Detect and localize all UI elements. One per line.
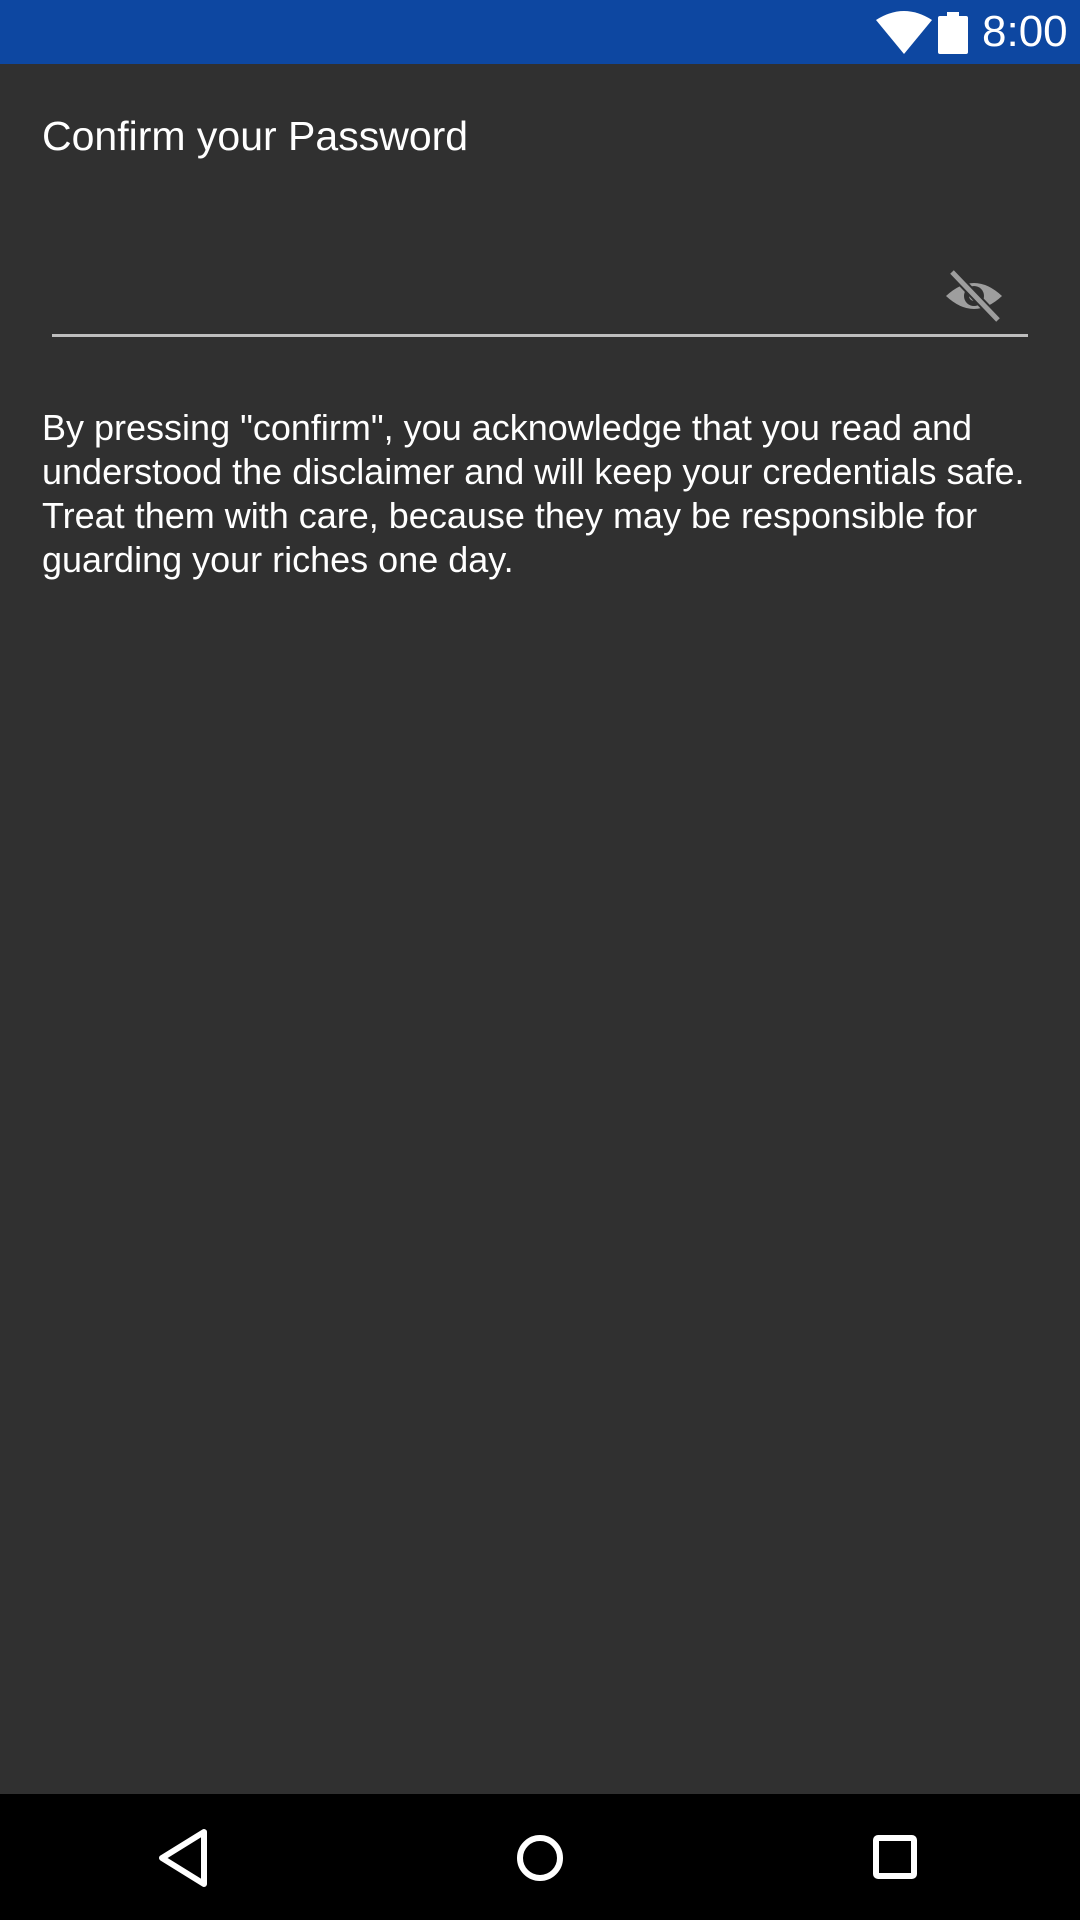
password-field [52, 250, 1028, 340]
home-button[interactable] [502, 1820, 578, 1896]
home-icon [517, 1835, 563, 1881]
visibility-toggle-button[interactable] [942, 264, 1006, 328]
back-icon [159, 1829, 207, 1887]
visibility-off-icon [946, 268, 1002, 324]
status-time: 8:00 [982, 7, 1068, 56]
wifi-icon [876, 11, 932, 54]
disclaimer-text: By pressing "confirm", you acknowledge t… [42, 407, 1025, 580]
password-field-underline [52, 334, 1028, 337]
password-input[interactable] [52, 250, 932, 332]
status-bar: 8:00 [0, 0, 1080, 64]
navigation-bar [0, 1794, 1080, 1920]
battery-icon [938, 12, 968, 54]
back-button[interactable] [146, 1820, 222, 1896]
recents-icon [873, 1835, 917, 1879]
recents-button[interactable] [858, 1820, 934, 1896]
page-title: Confirm your Password [42, 113, 469, 159]
